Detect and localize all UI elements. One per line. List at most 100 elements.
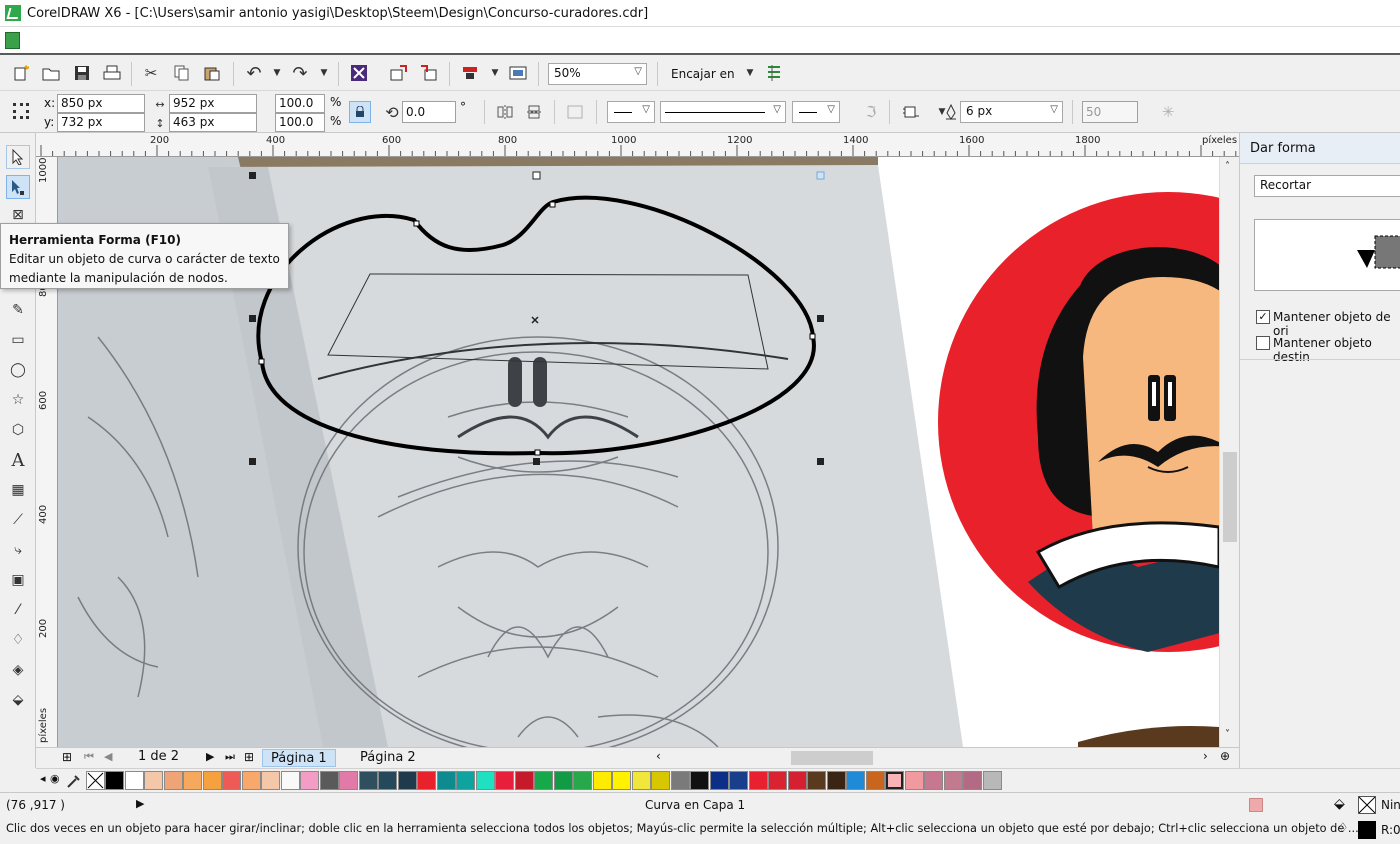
color-swatch[interactable] (885, 771, 904, 790)
vertical-scroll-thumb[interactable] (1223, 452, 1237, 542)
tab-page-2[interactable]: Página 2 (352, 749, 424, 767)
add-page-after-icon[interactable]: ⊞ (244, 750, 254, 764)
previous-page-icon[interactable]: ◀ (104, 750, 112, 763)
dimension-tool-icon[interactable]: ⟋ (6, 508, 30, 532)
table-tool-icon[interactable]: ▦ (6, 478, 30, 502)
y-position-field[interactable]: 732 px (57, 113, 145, 132)
color-swatch[interactable] (534, 771, 553, 790)
tab-page-1[interactable]: Página 1 (262, 749, 336, 767)
smart-fill-tool-icon[interactable]: ✎ (6, 298, 30, 322)
zoom-level-select[interactable]: 50% ▽ (548, 63, 647, 85)
color-swatch[interactable] (826, 771, 846, 790)
no-color-swatch[interactable] (86, 771, 105, 790)
color-swatch[interactable] (202, 771, 222, 790)
color-swatch[interactable] (261, 771, 280, 790)
fill-tool-icon[interactable]: ◈ (6, 658, 30, 682)
color-swatch[interactable] (378, 771, 397, 790)
outline-width-select[interactable]: 6 px ▽ (960, 101, 1063, 123)
start-arrow-select[interactable]: ▽ (607, 101, 655, 123)
color-swatch[interactable] (124, 771, 144, 790)
color-swatch[interactable] (592, 771, 612, 790)
text-tool-icon[interactable]: A (6, 448, 30, 472)
color-swatch[interactable] (339, 771, 358, 790)
redo-icon[interactable]: ↷ (289, 62, 311, 84)
color-swatch[interactable] (475, 771, 495, 790)
color-swatch[interactable] (163, 771, 183, 790)
color-swatch[interactable] (514, 771, 534, 790)
effects-tool-icon[interactable]: ▣ (6, 568, 30, 592)
last-page-icon[interactable]: ⏭ (225, 750, 235, 764)
color-swatch[interactable] (709, 771, 729, 790)
document-color-icon[interactable] (1249, 798, 1263, 812)
scroll-right-icon[interactable]: › (1203, 749, 1208, 763)
horizontal-ruler[interactable]: 200 400 600 800 1000 1200 1400 1600 1800… (36, 133, 1239, 157)
color-swatch[interactable] (651, 771, 670, 790)
snap-dropdown-icon[interactable]: ▼ (739, 62, 761, 84)
color-swatch[interactable] (280, 771, 300, 790)
color-swatch[interactable] (319, 771, 339, 790)
color-swatch[interactable] (982, 771, 1002, 790)
status-arrow-icon[interactable]: ▶ (136, 797, 144, 810)
color-swatch[interactable] (846, 771, 865, 790)
document-icon[interactable] (5, 32, 20, 49)
scroll-down-icon[interactable]: ˅ (1225, 729, 1230, 740)
height-field[interactable]: 463 px (169, 113, 257, 132)
line-style-select[interactable]: ▽ (660, 101, 786, 123)
nudge-distance-field[interactable]: 50 (1082, 101, 1138, 123)
color-swatch[interactable] (495, 771, 514, 790)
export-icon[interactable] (418, 62, 440, 84)
object-origin-icon[interactable] (10, 100, 32, 122)
end-arrow-select[interactable]: ▽ (792, 101, 840, 123)
new-icon[interactable] (10, 62, 32, 84)
eyedropper-tool-icon[interactable]: ⁄ (6, 598, 30, 622)
horizontal-scroll-thumb[interactable] (791, 751, 873, 765)
paste-icon[interactable] (201, 62, 223, 84)
x-position-field[interactable]: 850 px (57, 94, 145, 113)
color-swatch[interactable] (397, 771, 417, 790)
color-swatch[interactable] (241, 771, 261, 790)
text-wrap-icon[interactable] (900, 101, 922, 123)
save-icon[interactable] (71, 62, 93, 84)
wrap-text-icon[interactable] (564, 101, 586, 123)
ellipse-tool-icon[interactable]: ◯ (6, 358, 30, 382)
options-icon[interactable] (763, 62, 785, 84)
rectangle-tool-icon[interactable]: ▭ (6, 328, 30, 352)
application-launcher-icon[interactable] (459, 62, 481, 84)
import-icon[interactable] (388, 62, 410, 84)
rotation-angle-field[interactable]: 0.0 (402, 101, 456, 123)
width-field[interactable]: 952 px (169, 94, 257, 113)
color-swatch[interactable] (924, 771, 943, 790)
color-swatch[interactable] (417, 771, 436, 790)
color-swatch[interactable] (358, 771, 378, 790)
cut-icon[interactable]: ✂ (140, 62, 162, 84)
keep-target-checkbox[interactable] (1256, 336, 1270, 350)
color-swatch[interactable] (670, 771, 690, 790)
color-swatch[interactable] (436, 771, 456, 790)
lock-ratio-icon[interactable] (349, 101, 371, 123)
mirror-vertical-icon[interactable] (524, 101, 546, 123)
color-swatch[interactable] (144, 771, 163, 790)
snap-to-label[interactable]: Encajar en (671, 67, 735, 81)
node-elastic-icon[interactable]: ✳ (1157, 101, 1179, 123)
color-swatch[interactable] (729, 771, 748, 790)
eyedropper-icon[interactable] (66, 771, 82, 792)
color-swatch[interactable] (690, 771, 709, 790)
keep-source-checkbox[interactable]: ✓ (1256, 310, 1270, 324)
shape-tool-icon[interactable] (6, 175, 30, 199)
palette-scroll-left-icon[interactable]: ◂ (40, 772, 46, 785)
interactive-fill-tool-icon[interactable]: ⬙ (6, 688, 30, 712)
color-swatch[interactable] (748, 771, 768, 790)
color-swatch[interactable] (553, 771, 573, 790)
color-swatch[interactable] (612, 771, 631, 790)
close-curve-icon[interactable]: ℑ (860, 101, 882, 123)
add-page-before-icon[interactable]: ⊞ (62, 750, 72, 764)
color-swatch[interactable] (222, 771, 241, 790)
undo-dropdown-icon[interactable]: ▼ (266, 62, 288, 84)
scroll-up-icon[interactable]: ˄ (1225, 161, 1230, 172)
pick-tool-icon[interactable] (6, 145, 30, 169)
color-swatch[interactable] (105, 771, 124, 790)
scale-y-field[interactable]: 100.0 (275, 113, 325, 132)
search-content-icon[interactable] (348, 62, 370, 84)
outline-pen-status-icon[interactable]: ♢ (1337, 821, 1349, 836)
scroll-left-icon[interactable]: ‹ (656, 749, 661, 763)
